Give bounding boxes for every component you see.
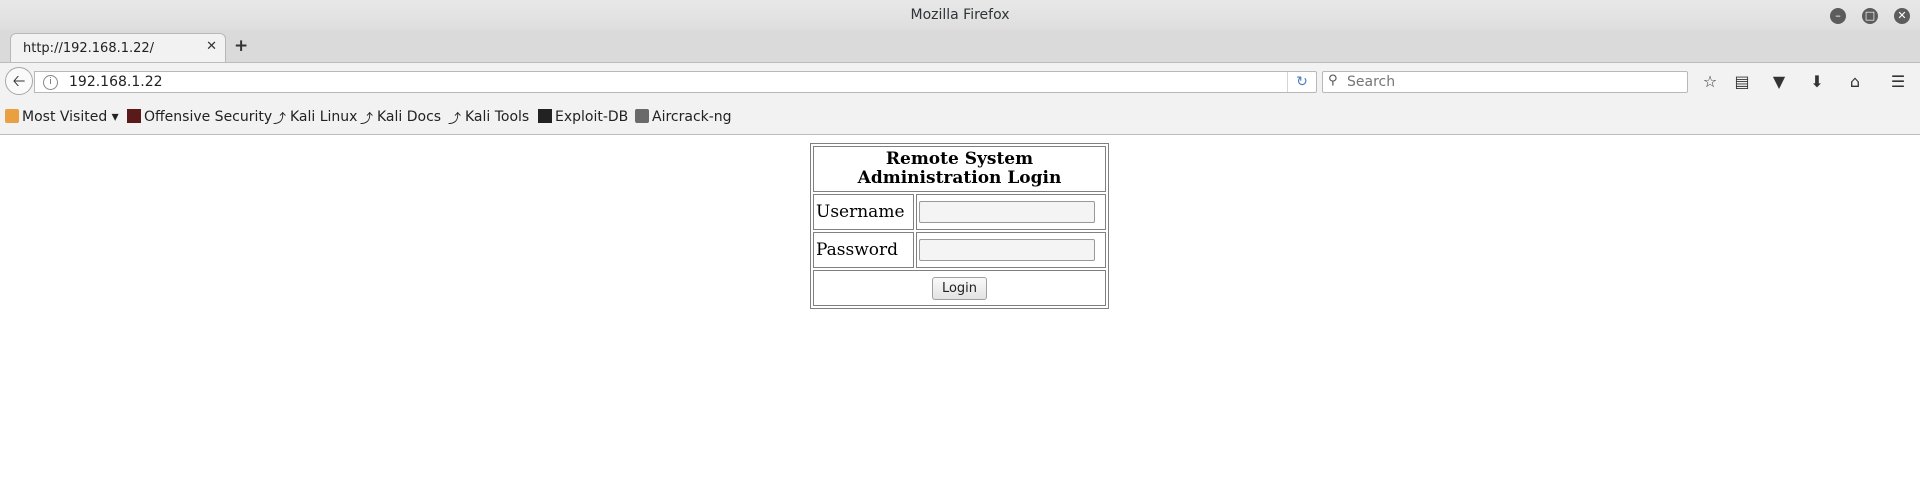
bookmark-kali-docs[interactable]: ⤴ Kali Docs: [360, 109, 441, 127]
bookmark-kali-tools[interactable]: ⤴ Kali Tools: [448, 109, 529, 127]
kali-dragon-icon: ⤴: [273, 112, 287, 127]
new-tab-icon[interactable]: +: [234, 36, 248, 56]
kali-dragon-icon: ⤴: [448, 112, 462, 127]
login-button-cell: Login: [813, 270, 1106, 306]
minimize-icon[interactable]: –: [1830, 8, 1846, 24]
aircrack-icon: [635, 109, 649, 123]
tab-strip: http://192.168.1.22/ ✕ +: [0, 30, 1920, 63]
bookmark-star-icon[interactable]: ☆: [1700, 72, 1720, 92]
back-icon[interactable]: 🡠: [5, 67, 33, 95]
login-button[interactable]: Login: [931, 276, 988, 300]
password-label: Password: [813, 232, 914, 268]
url-bar[interactable]: i 192.168.1.22 ↻: [34, 71, 1317, 93]
login-table: Remote System Administration Login Usern…: [810, 143, 1109, 309]
folder-icon: [5, 109, 19, 123]
username-label: Username: [813, 194, 914, 230]
password-input[interactable]: [919, 239, 1095, 261]
tab-active[interactable]: http://192.168.1.22/ ✕: [10, 33, 226, 62]
bookmark-aircrack-ng[interactable]: Aircrack-ng: [635, 109, 732, 125]
window-titlebar: Mozilla Firefox – □ ✕: [0, 0, 1920, 30]
page-content: Remote System Administration Login Usern…: [0, 135, 1920, 504]
username-input[interactable]: [919, 201, 1095, 223]
offsec-icon: [127, 109, 141, 123]
window-title: Mozilla Firefox: [910, 7, 1010, 23]
menu-icon[interactable]: ☰: [1888, 72, 1908, 92]
bookmark-label: Kali Tools: [465, 109, 530, 125]
bookmark-label: Kali Docs: [377, 109, 442, 125]
login-title: Remote System Administration Login: [813, 146, 1106, 192]
bookmark-label: Most Visited ▾: [22, 109, 119, 125]
reading-list-icon[interactable]: ▤: [1732, 72, 1752, 92]
bookmarks-toolbar: Most Visited ▾ Offensive Security ⤴ Kali …: [0, 100, 1920, 135]
site-info-icon[interactable]: i: [43, 75, 58, 90]
bookmark-offensive-security[interactable]: Offensive Security: [127, 109, 272, 125]
tab-label: http://192.168.1.22/: [23, 41, 155, 56]
bookmark-exploit-db[interactable]: Exploit-DB: [538, 109, 628, 125]
bookmark-label: Exploit-DB: [555, 109, 629, 125]
bookmark-most-visited[interactable]: Most Visited ▾: [5, 109, 119, 125]
tab-close-icon[interactable]: ✕: [206, 39, 217, 54]
nav-toolbar: 🡠 i 192.168.1.22 ↻ ⚲ ☆ ▤ ▼ ⬇ ⌂ ☰: [0, 63, 1920, 100]
close-window-icon[interactable]: ✕: [1894, 8, 1910, 24]
bookmark-kali-linux[interactable]: ⤴ Kali Linux: [273, 109, 357, 127]
reload-icon[interactable]: ↻: [1287, 72, 1316, 92]
url-text[interactable]: 192.168.1.22: [69, 74, 163, 90]
home-icon[interactable]: ⌂: [1845, 72, 1865, 92]
exploit-db-icon: [538, 109, 552, 123]
maximize-icon[interactable]: □: [1862, 8, 1878, 24]
search-input[interactable]: [1347, 74, 1677, 90]
pocket-icon[interactable]: ▼: [1769, 72, 1789, 92]
search-icon: ⚲: [1328, 73, 1338, 88]
search-bar[interactable]: ⚲: [1322, 71, 1688, 93]
bookmark-label: Kali Linux: [290, 109, 358, 125]
downloads-icon[interactable]: ⬇: [1807, 72, 1827, 92]
bookmark-label: Aircrack-ng: [652, 109, 732, 125]
kali-dragon-icon: ⤴: [360, 112, 374, 127]
bookmark-label: Offensive Security: [144, 109, 273, 125]
